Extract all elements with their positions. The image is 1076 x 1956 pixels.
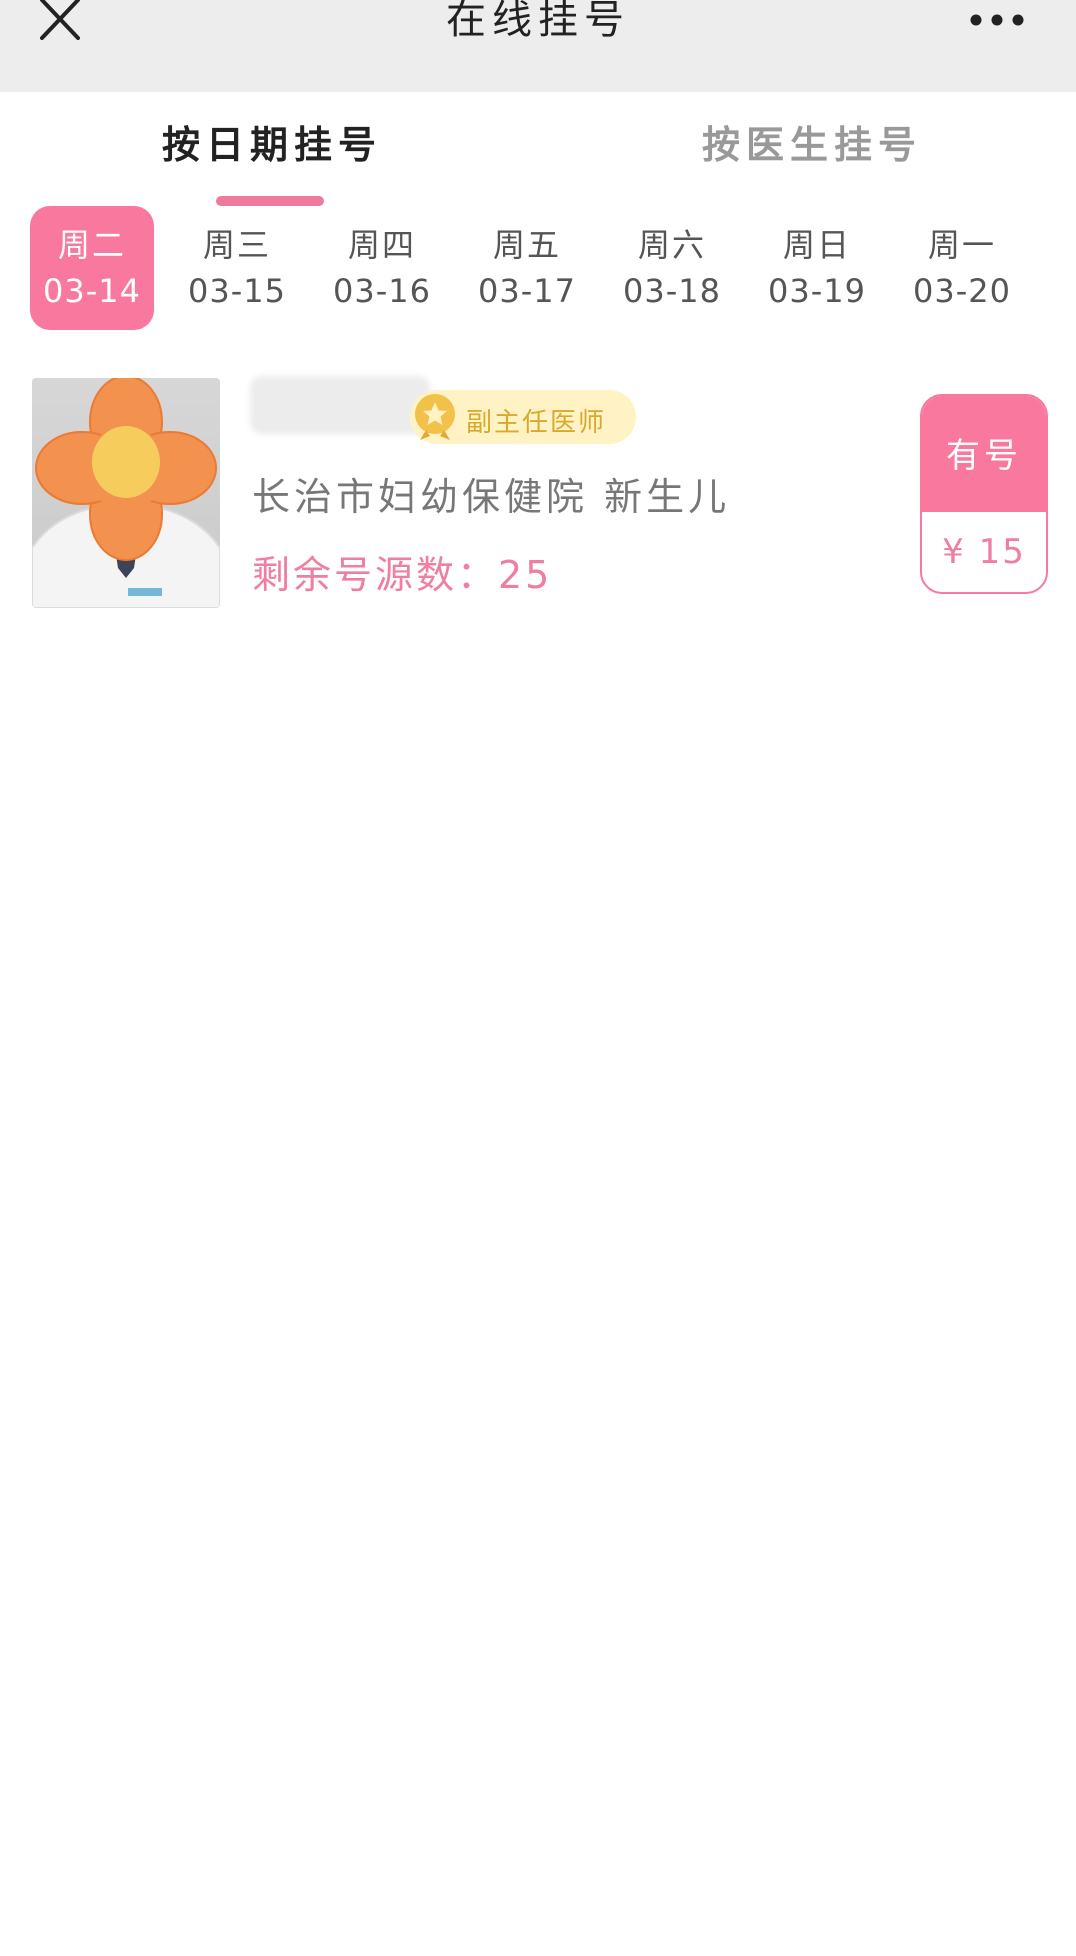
day-item[interactable]: 周五 03-17 <box>465 206 589 330</box>
doctor-avatar <box>32 378 220 608</box>
day-item[interactable]: 周六 03-18 <box>610 206 734 330</box>
more-button[interactable] <box>970 10 1024 30</box>
day-date: 03-15 <box>188 272 286 310</box>
day-item[interactable]: 周三 03-15 <box>175 206 299 330</box>
doctor-title: 副主任医师 <box>466 408 607 438</box>
tab-by-date[interactable]: 按日期挂号 <box>162 114 382 169</box>
day-item[interactable]: 周日 03-19 <box>755 206 879 330</box>
day-item[interactable]: 周一 03-20 <box>900 206 1024 330</box>
tab-by-doctor[interactable]: 按医生挂号 <box>702 114 922 169</box>
day-date: 03-14 <box>43 272 141 310</box>
page-title: 在线挂号 <box>446 0 630 43</box>
day-weekday: 周日 <box>782 226 851 264</box>
day-date: 03-20 <box>913 272 1011 310</box>
day-item-active[interactable]: 周二 03-14 <box>30 206 154 330</box>
day-date: 03-16 <box>333 272 431 310</box>
day-weekday: 周一 <box>927 226 996 264</box>
remaining-slots: 剩余号源数：25 <box>252 553 553 597</box>
doctor-title-badge: 副主任医师 <box>410 390 636 444</box>
day-weekday: 周二 <box>57 226 126 264</box>
doctor-card[interactable]: 副主任医师 长治市妇幼保健院 新生儿 剩余号源数：25 有号 ¥ 15 <box>30 376 1050 610</box>
doctor-name-blurred <box>250 376 430 434</box>
day-weekday: 周六 <box>637 226 706 264</box>
day-weekday: 周五 <box>492 226 561 264</box>
day-date: 03-17 <box>478 272 576 310</box>
active-tab-indicator <box>216 196 324 206</box>
book-button[interactable]: 有号 ¥ 15 <box>920 394 1048 594</box>
date-selector: 周二 03-14 周三 03-15 周四 03-16 周五 03-17 周六 0… <box>30 206 1046 330</box>
day-weekday: 周三 <box>202 226 271 264</box>
more-icon <box>970 14 1024 26</box>
registration-fee: ¥ 15 <box>942 532 1026 572</box>
doctor-department: 长治市妇幼保健院 新生儿 <box>252 475 731 519</box>
day-item[interactable]: 周四 03-16 <box>320 206 444 330</box>
day-weekday: 周四 <box>347 226 416 264</box>
tab-bar: 按日期挂号 按医生挂号 <box>0 92 1076 206</box>
top-bar: 在线挂号 <box>0 0 1076 92</box>
availability-status: 有号 <box>946 436 1022 476</box>
day-date: 03-19 <box>768 272 866 310</box>
medal-icon <box>415 394 455 440</box>
day-date: 03-18 <box>623 272 721 310</box>
